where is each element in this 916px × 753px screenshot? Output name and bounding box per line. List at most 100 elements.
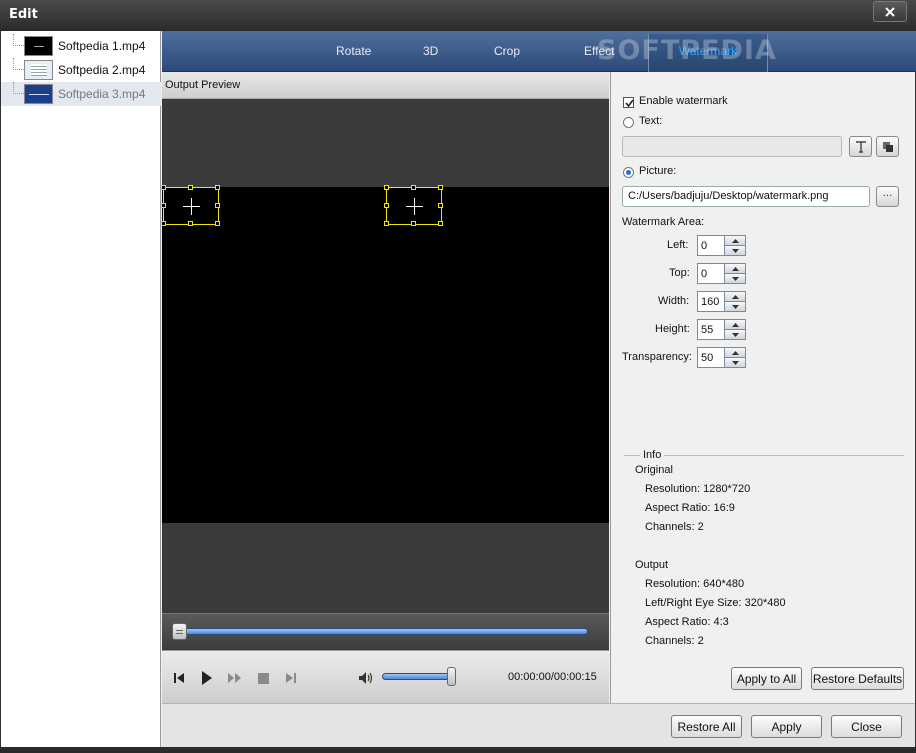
output-channels: Channels: 2 [645,635,704,647]
resize-handle[interactable] [215,221,220,226]
spin-down-button[interactable] [724,245,746,256]
apply-to-all-button[interactable]: Apply to All [731,667,802,690]
resize-handle[interactable] [384,185,389,190]
height-value[interactable]: 55 [697,319,725,340]
edit-tabs: Rotate 3D Crop Effect Watermark [162,31,916,72]
resize-handle[interactable] [384,221,389,226]
watermark-text-input[interactable] [622,136,842,157]
spin-down-button[interactable] [724,329,746,340]
chevron-up-icon [731,350,739,355]
resize-handle[interactable] [161,185,166,190]
resize-handle[interactable] [384,203,389,208]
enable-watermark-checkbox[interactable] [623,97,634,108]
info-title: Info [640,449,665,461]
volume-slider[interactable] [382,673,454,680]
info-divider [624,455,904,456]
browse-picture-button[interactable]: ··· [876,186,899,207]
original-resolution: Resolution: 1280*720 [645,483,751,495]
next-button[interactable] [283,670,299,686]
seek-thumb[interactable] [172,623,187,640]
window-bottom-edge [0,747,916,753]
picture-radio[interactable] [623,167,634,178]
volume-button[interactable] [358,670,374,686]
text-color-button[interactable] [876,136,899,157]
file-item-2[interactable]: Softpedia 2.mp4 [1,58,161,82]
spin-down-button[interactable] [724,357,746,368]
seek-slider[interactable] [178,628,588,635]
spin-down-button[interactable] [724,301,746,312]
tab-3d[interactable]: 3D [423,44,438,58]
restore-all-button[interactable]: Restore All [671,715,742,738]
stop-button[interactable] [255,670,271,686]
resize-handle[interactable] [161,221,166,226]
file-name: Softpedia 1.mp4 [58,39,146,53]
resize-handle[interactable] [215,203,220,208]
tree-connector [13,58,24,70]
height-label: Height: [655,323,690,335]
chevron-down-icon [731,304,739,309]
tab-rotate[interactable]: Rotate [336,44,371,58]
play-button[interactable] [199,670,215,686]
resize-handle[interactable] [438,203,443,208]
fast-forward-button[interactable] [227,670,243,686]
tab-watermark[interactable]: Watermark [648,34,768,72]
close-icon [885,6,895,17]
seekbar-area [162,613,609,650]
resize-handle[interactable] [188,221,193,226]
close-window-button[interactable] [873,1,907,22]
resize-handle[interactable] [438,185,443,190]
apply-button[interactable]: Apply [751,715,822,738]
play-icon [202,671,212,685]
file-thumbnail [24,60,53,80]
left-spinbox[interactable]: 0 [697,235,746,256]
top-spinbox[interactable]: 0 [697,263,746,284]
chevron-up-icon [731,238,739,243]
watermark-box[interactable] [384,185,443,226]
resize-handle[interactable] [438,221,443,226]
width-spinbox[interactable]: 160 [697,291,746,312]
tree-connector [13,82,24,94]
picture-label: Picture: [639,165,677,177]
text-font-button[interactable] [849,136,872,157]
previous-button[interactable] [171,670,187,686]
window-title: Edit [9,7,38,22]
transparency-label: Transparency: [622,351,692,363]
resize-handle[interactable] [411,221,416,226]
restore-defaults-button[interactable]: Restore Defaults [811,667,904,690]
resize-handle[interactable] [161,203,166,208]
close-button[interactable]: Close [831,715,902,738]
resize-handle[interactable] [188,185,193,190]
file-item-1[interactable]: Softpedia 1.mp4 [1,34,161,58]
original-channels: Channels: 2 [645,521,704,533]
stop-icon [257,672,269,684]
left-value[interactable]: 0 [697,235,725,256]
height-spinbox[interactable]: 55 [697,319,746,340]
transparency-value[interactable]: 50 [697,347,725,368]
resize-handle[interactable] [411,185,416,190]
video-frame [161,185,609,523]
move-cross-icon [191,198,192,215]
chevron-down-icon [731,360,739,365]
volume-thumb[interactable] [446,667,456,686]
title-bar: Edit [0,0,916,31]
top-value[interactable]: 0 [697,263,725,284]
watermark-box[interactable] [161,185,220,226]
time-display: 00:00:00/00:00:15 [508,671,597,683]
enable-watermark-label: Enable watermark [639,95,728,107]
chevron-down-icon [731,332,739,337]
transparency-spinbox[interactable]: 50 [697,347,746,368]
text-radio[interactable] [623,117,634,128]
text-format-icon [855,140,866,153]
spin-down-button[interactable] [724,273,746,284]
output-eye-size: Left/Right Eye Size: 320*480 [645,597,786,609]
tab-crop[interactable]: Crop [494,44,520,58]
file-name: Softpedia 3.mp4 [58,87,146,101]
tab-effect[interactable]: Effect [584,44,614,58]
file-item-3[interactable]: Softpedia 3.mp4 [1,82,161,106]
resize-handle[interactable] [215,185,220,190]
original-heading: Original [635,464,673,476]
chevron-down-icon [731,248,739,253]
width-value[interactable]: 160 [697,291,725,312]
picture-path-input[interactable]: C:/Users/badjuju/Desktop/watermark.png [622,186,870,207]
tree-connector [13,34,24,46]
